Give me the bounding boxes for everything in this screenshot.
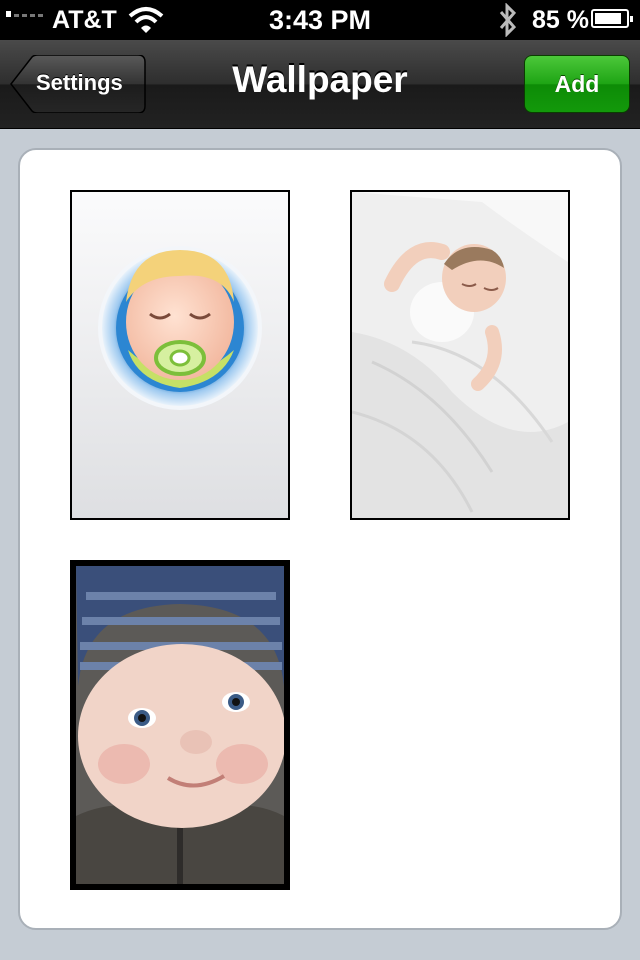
wallpaper-thumbnail[interactable] — [350, 190, 570, 520]
sleeping-baby-photo — [352, 192, 568, 518]
add-button[interactable]: Add — [524, 55, 630, 113]
battery-icon — [591, 9, 633, 28]
status-bar: AT&T 3:43 PM 85 % — [0, 0, 640, 40]
navigation-bar: Settings Wallpaper Add — [0, 40, 640, 129]
wallpaper-thumbnail[interactable] — [70, 560, 290, 890]
baby-pacifier-app-icon — [98, 246, 262, 410]
bluetooth-icon — [498, 2, 518, 42]
battery-percent: 85 % — [532, 6, 589, 34]
smiling-baby-photo — [76, 566, 284, 884]
wallpaper-thumbnail[interactable] — [70, 190, 290, 520]
